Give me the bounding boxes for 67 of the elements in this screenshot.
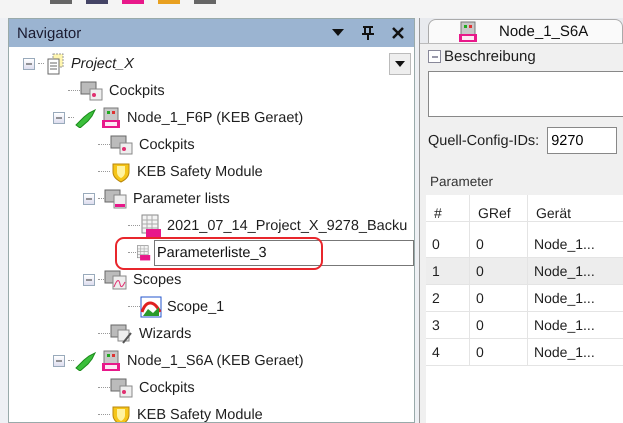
collapse-toggle[interactable] [23,58,35,70]
table-cell: 2 [426,285,470,311]
rename-field[interactable]: Parameterliste_3 [154,240,414,266]
tree-item[interactable]: KEB Safety Module [137,164,263,180]
table-cell: 0 [426,231,470,257]
table-row[interactable]: 3 0 Node_1... [426,312,623,339]
collapse-toggle[interactable] [428,50,441,63]
pin-button[interactable] [360,25,376,41]
collapse-toggle[interactable] [83,274,95,286]
section-title: Parameter [430,174,494,189]
collapse-toggle[interactable] [53,112,65,124]
folder-gauge-icon [110,134,134,156]
table-cell: Node_1... [528,285,623,311]
description-field[interactable] [428,71,623,117]
config-id-field[interactable]: 9270 [547,127,618,154]
tree-item[interactable]: Scopes [133,272,182,288]
tree-item[interactable]: Cockpits [109,82,165,98]
table-row[interactable]: 1 0 Node_1... [426,258,623,285]
device-icon [100,106,122,128]
shield-icon [110,160,132,182]
table-cell: Node_1... [528,231,623,257]
connector-icon [74,350,98,370]
table-cell: 0 [470,312,528,338]
caret-icon [332,29,344,37]
folder-wand-icon [110,322,134,344]
table-cell: 0 [470,231,528,257]
folder-gauge-icon [110,376,134,398]
folder-gauge-icon [80,80,104,102]
dropdown-button[interactable] [389,53,411,75]
tree-item[interactable]: Node_1_S6A (KEB Geraet) [127,352,304,368]
table-cell: 4 [426,339,470,365]
tree-item[interactable]: Wizards [139,326,192,342]
tree-item[interactable]: Parameter lists [133,190,230,206]
tree-item[interactable]: Scope_1 [167,298,224,314]
caret-icon [395,61,405,67]
connector-icon [74,108,98,128]
table-cell: Node_1... [528,312,623,338]
panel-title: Navigator [17,24,82,42]
shield-icon [110,404,132,422]
field-label: Quell-Config-IDs: [428,132,540,148]
table-cell: Node_1... [528,258,623,284]
table-cell: 0 [470,258,528,284]
table-cell: 3 [426,312,470,338]
tree-item[interactable]: Cockpits [139,380,195,396]
folder-list-icon [104,188,128,210]
chart-icon [140,296,162,318]
editor-tab[interactable]: Node_1_S6A [428,19,623,43]
section-title: Beschreibung [444,48,536,65]
tree-item[interactable]: Node_1_F6P (KEB Geraet) [127,110,304,126]
table-row[interactable]: 0 0 Node_1... [426,231,623,258]
collapse-toggle[interactable] [53,354,65,366]
tree-item[interactable]: KEB Safety Module [137,406,263,422]
folder-chart-icon [104,268,128,290]
device-icon [100,350,122,372]
table-cell: Node_1... [528,339,623,365]
table-icon [140,214,162,238]
collapse-toggle[interactable] [83,192,95,204]
table-row[interactable]: 2 0 Node_1... [426,285,623,312]
close-button[interactable] [390,25,406,41]
table-cell: 0 [470,285,528,311]
table-row[interactable]: 4 0 Node_1... [426,339,623,366]
table-cell: 0 [470,339,528,365]
table-cell: 1 [426,258,470,284]
tree-item[interactable]: 2021_07_14_Project_X_9278_Backu [167,218,408,234]
tree-item[interactable]: Project_X [71,56,134,72]
tree-item[interactable]: Cockpits [139,136,195,152]
device-icon [457,20,479,42]
